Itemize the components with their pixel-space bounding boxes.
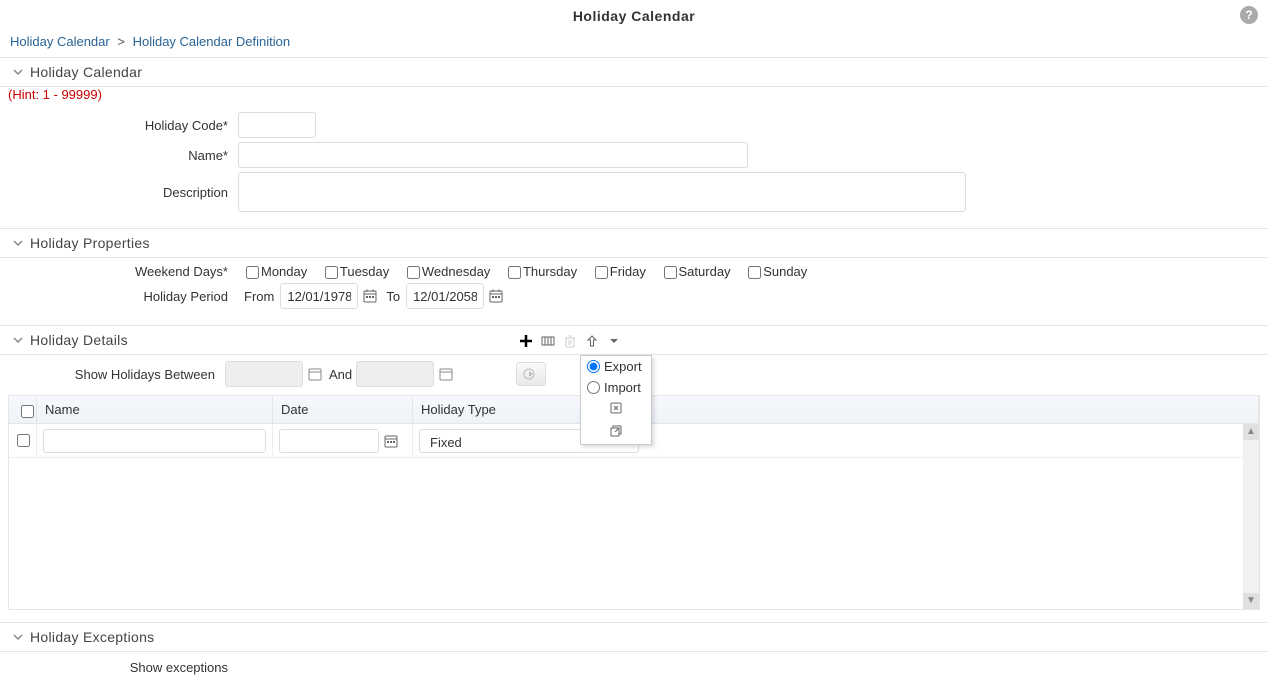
- scroll-up-button[interactable]: ▲: [1243, 424, 1259, 440]
- chevron-down-icon: [12, 66, 24, 78]
- name-input[interactable]: [238, 142, 748, 168]
- add-row-button[interactable]: [518, 333, 534, 349]
- import-export-button[interactable]: [584, 333, 600, 349]
- section-toggle-exceptions[interactable]: Holiday Exceptions: [0, 623, 1268, 651]
- label-description: Description: [0, 185, 238, 200]
- chevron-down-icon: [12, 237, 24, 249]
- weekend-days-group: Monday Tuesday Wednesday Thursday Friday…: [238, 264, 813, 279]
- label-friday: Friday: [610, 264, 646, 279]
- col-checkbox: [9, 396, 37, 423]
- label-name: Name*: [0, 148, 238, 163]
- checkbox-saturday[interactable]: [664, 266, 677, 279]
- row-checkbox[interactable]: [17, 434, 30, 447]
- label-holiday-period: Holiday Period: [0, 289, 238, 304]
- row-date-input[interactable]: [279, 429, 379, 453]
- breadcrumb-root[interactable]: Holiday Calendar: [10, 34, 110, 49]
- label-monday: Monday: [261, 264, 307, 279]
- holiday-code-input[interactable]: [238, 112, 316, 138]
- col-type[interactable]: Holiday Type: [413, 396, 1259, 423]
- grid-scrollbar[interactable]: ▲ ▼: [1243, 424, 1259, 609]
- calendar-icon[interactable]: [360, 286, 380, 306]
- row-name-input[interactable]: [43, 429, 266, 453]
- select-all-checkbox[interactable]: [21, 405, 34, 418]
- section-title-details: Holiday Details: [30, 332, 128, 348]
- label-holiday-code: Holiday Code*: [0, 118, 238, 133]
- calendar-icon[interactable]: [486, 286, 506, 306]
- description-input[interactable]: [238, 172, 966, 212]
- checkbox-tuesday[interactable]: [325, 266, 338, 279]
- section-title-properties: Holiday Properties: [30, 235, 150, 251]
- breadcrumb-separator: >: [117, 34, 125, 49]
- checkbox-friday[interactable]: [595, 266, 608, 279]
- checkbox-sunday[interactable]: [748, 266, 761, 279]
- insert-multiple-button[interactable]: [540, 333, 556, 349]
- label-export: Export: [604, 359, 642, 374]
- dropdown-excel-button[interactable]: [581, 398, 651, 421]
- dropdown-toggle-button[interactable]: [606, 333, 622, 349]
- calendar-icon[interactable]: [381, 431, 401, 451]
- dropdown-open-button[interactable]: [581, 421, 651, 444]
- radio-export[interactable]: [587, 360, 600, 373]
- section-title-exceptions: Holiday Exceptions: [30, 629, 154, 645]
- dropdown-option-import[interactable]: Import: [581, 377, 651, 398]
- label-import: Import: [604, 380, 641, 395]
- section-toggle-properties[interactable]: Holiday Properties: [0, 229, 1268, 257]
- breadcrumb: Holiday Calendar > Holiday Calendar Defi…: [0, 28, 1268, 55]
- breadcrumb-current[interactable]: Holiday Calendar Definition: [133, 34, 291, 49]
- radio-import[interactable]: [587, 381, 600, 394]
- dropdown-option-export[interactable]: Export: [581, 356, 651, 377]
- calendar-icon[interactable]: [436, 364, 456, 384]
- scroll-down-button[interactable]: ▼: [1243, 593, 1259, 609]
- section-toggle-calendar[interactable]: Holiday Calendar: [0, 58, 1268, 86]
- section-title-calendar: Holiday Calendar: [30, 64, 142, 80]
- label-to: To: [386, 289, 400, 304]
- delete-row-button[interactable]: [562, 333, 578, 349]
- label-from: From: [244, 289, 274, 304]
- label-weekend-days: Weekend Days*: [0, 264, 238, 279]
- label-show-exceptions: Show exceptions: [0, 660, 238, 675]
- checkbox-monday[interactable]: [246, 266, 259, 279]
- export-import-dropdown: Export Import: [580, 355, 652, 445]
- col-date[interactable]: Date: [273, 396, 413, 423]
- calendar-icon[interactable]: [305, 364, 325, 384]
- label-tuesday: Tuesday: [340, 264, 389, 279]
- filter-to-input[interactable]: [356, 361, 434, 387]
- go-button[interactable]: [516, 362, 546, 386]
- section-toggle-details[interactable]: Holiday Details: [0, 326, 1268, 354]
- col-name[interactable]: Name: [37, 396, 273, 423]
- label-and: And: [329, 367, 352, 382]
- label-wednesday: Wednesday: [422, 264, 490, 279]
- label-show-between: Show Holidays Between: [0, 367, 225, 382]
- help-icon[interactable]: ?: [1240, 6, 1258, 24]
- hint-text: (Hint: 1 - 99999): [0, 87, 1268, 106]
- filter-from-input[interactable]: [225, 361, 303, 387]
- chevron-down-icon: [12, 631, 24, 643]
- checkbox-wednesday[interactable]: [407, 266, 420, 279]
- label-saturday: Saturday: [679, 264, 731, 279]
- chevron-down-icon: [12, 334, 24, 346]
- label-thursday: Thursday: [523, 264, 577, 279]
- page-title: Holiday Calendar: [0, 0, 1268, 24]
- checkbox-thursday[interactable]: [508, 266, 521, 279]
- period-from-input[interactable]: [280, 283, 358, 309]
- label-sunday: Sunday: [763, 264, 807, 279]
- period-to-input[interactable]: [406, 283, 484, 309]
